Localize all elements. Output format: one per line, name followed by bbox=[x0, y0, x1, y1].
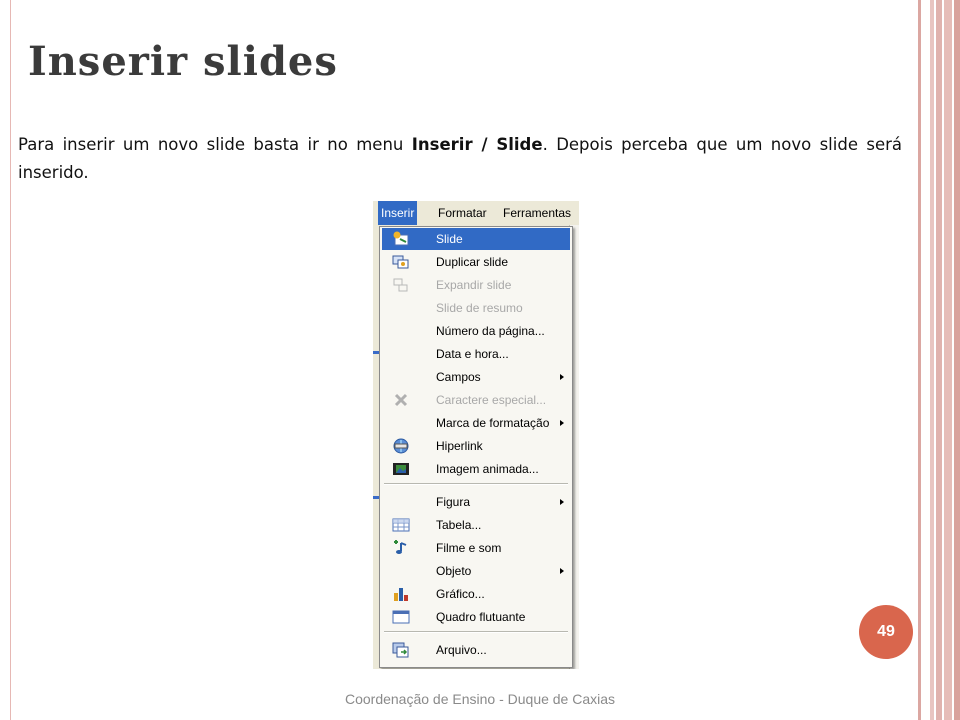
submenu-arrow-icon bbox=[560, 499, 564, 505]
menu-item-label: Expandir slide bbox=[436, 278, 512, 292]
menu-ferramentas[interactable]: Ferramentas bbox=[500, 201, 574, 225]
menu-item-filme-e-som[interactable]: Filme e som bbox=[382, 537, 570, 559]
menu-item-caractere-especial: Caractere especial... bbox=[382, 389, 570, 411]
menu-separator bbox=[384, 631, 568, 633]
menu-item-label: Hiperlink bbox=[436, 439, 483, 453]
menu-item-arquivo[interactable]: Arquivo... bbox=[382, 639, 570, 661]
menu-item-gráfico[interactable]: Gráfico... bbox=[382, 583, 570, 605]
duplicate-slide-icon bbox=[392, 254, 410, 270]
menu-item-label: Slide bbox=[436, 232, 463, 246]
hyperlink-icon bbox=[392, 438, 410, 454]
menu-item-label: Número da página... bbox=[436, 324, 545, 338]
chart-icon bbox=[392, 586, 410, 602]
menu-item-label: Figura bbox=[436, 495, 471, 509]
page-number-badge: 49 bbox=[859, 605, 913, 659]
submenu-arrow-icon bbox=[560, 374, 564, 380]
menu-item-label: Caractere especial... bbox=[436, 393, 547, 407]
menu-item-duplicar-slide[interactable]: Duplicar slide bbox=[382, 251, 570, 273]
table-icon bbox=[392, 517, 410, 533]
menu-item-imagem-animada[interactable]: Imagem animada... bbox=[382, 458, 570, 480]
submenu-arrow-icon bbox=[560, 420, 564, 426]
slide-left-border bbox=[10, 0, 11, 720]
menu-separator bbox=[384, 483, 568, 485]
file-insert-icon bbox=[392, 642, 410, 658]
menu-item-figura[interactable]: Figura bbox=[382, 491, 570, 513]
menu-item-label: Gráfico... bbox=[436, 587, 485, 601]
menu-formatar[interactable]: Formatar bbox=[435, 201, 490, 225]
animated-image-icon bbox=[392, 461, 410, 477]
menu-item-slide[interactable]: Slide bbox=[382, 228, 570, 250]
expand-slide-icon bbox=[392, 277, 410, 293]
movie-sound-icon bbox=[392, 540, 410, 556]
menu-item-objeto[interactable]: Objeto bbox=[382, 560, 570, 582]
menu-item-label: Objeto bbox=[436, 564, 472, 578]
menu-item-hiperlink[interactable]: Hiperlink bbox=[382, 435, 570, 457]
submenu-arrow-icon bbox=[560, 568, 564, 574]
footer-text: Coordenação de Ensino - Duque de Caxias bbox=[344, 691, 616, 707]
menu-item-slide-de-resumo: Slide de resumo bbox=[382, 297, 570, 319]
menu-item-label: Tabela... bbox=[436, 518, 482, 532]
menu-item-label: Slide de resumo bbox=[436, 301, 523, 315]
insert-menu-screenshot: Inserir Formatar Ferramentas Slide Duplic… bbox=[373, 201, 579, 669]
menu-item-label: Filme e som bbox=[436, 541, 502, 555]
body-text-part-1: Para inserir um novo slide basta ir no m… bbox=[18, 135, 412, 154]
slide-body-text: Para inserir um novo slide basta ir no m… bbox=[18, 131, 902, 187]
body-text-menu-path: Inserir / Slide bbox=[411, 135, 543, 154]
menu-inserir[interactable]: Inserir bbox=[378, 201, 418, 225]
menu-item-número-da-página[interactable]: Número da página... bbox=[382, 320, 570, 342]
menu-item-tabela[interactable]: Tabela... bbox=[382, 514, 570, 536]
menu-item-label: Quadro flutuante bbox=[436, 610, 526, 624]
menu-item-marca-de-formatação[interactable]: Marca de formatação bbox=[382, 412, 570, 434]
menu-item-label: Imagem animada... bbox=[436, 462, 539, 476]
menu-item-data-e-hora[interactable]: Data e hora... bbox=[382, 343, 570, 365]
menu-bar: Inserir Formatar Ferramentas bbox=[378, 201, 579, 225]
menu-item-quadro-flutuante[interactable]: Quadro flutuante bbox=[382, 606, 570, 628]
insert-dropdown-menu: Slide Duplicar slide Expandir slide Slide d… bbox=[379, 226, 573, 668]
menu-item-label: Campos bbox=[436, 370, 481, 384]
slide-right-border bbox=[918, 0, 921, 720]
menu-item-campos[interactable]: Campos bbox=[382, 366, 570, 388]
floating-frame-icon bbox=[392, 609, 410, 625]
special-character-icon bbox=[392, 392, 410, 408]
menu-item-label: Arquivo... bbox=[436, 643, 487, 657]
menu-item-label: Data e hora... bbox=[436, 347, 509, 361]
menu-item-label: Marca de formatação bbox=[436, 416, 550, 430]
menu-item-label: Duplicar slide bbox=[436, 255, 509, 269]
slide-title: Inserir slides bbox=[28, 38, 338, 85]
decorative-stripes bbox=[930, 0, 960, 720]
menu-item-expandir-slide: Expandir slide bbox=[382, 274, 570, 296]
new-slide-icon bbox=[392, 231, 410, 247]
